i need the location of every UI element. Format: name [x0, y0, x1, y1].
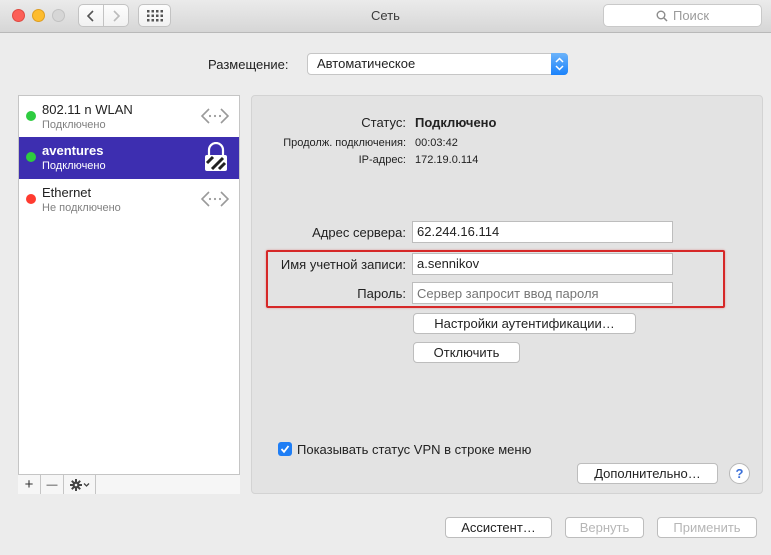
remove-service-button[interactable]: —	[41, 475, 64, 494]
service-item-aventures[interactable]: aventures Подключено	[19, 137, 239, 179]
help-button[interactable]: ?	[729, 463, 750, 484]
network-arrows-icon	[200, 191, 230, 207]
checkmark-icon	[280, 445, 290, 454]
status-dot	[26, 111, 36, 121]
service-item-wlan[interactable]: 802.11 n WLAN Подключено	[19, 96, 239, 138]
gear-icon	[69, 478, 89, 491]
server-address-label: Адрес сервера:	[312, 225, 406, 240]
updown-arrows-icon	[551, 53, 568, 75]
service-list-toolbar: + —	[18, 474, 240, 494]
show-vpn-status-checkbox[interactable]	[278, 442, 292, 456]
status-label: Статус:	[361, 115, 406, 130]
search-field[interactable]: Поиск	[603, 4, 762, 27]
action-menu-button[interactable]	[64, 475, 96, 494]
location-label: Размещение:	[208, 57, 289, 72]
service-name: aventures	[42, 143, 104, 158]
auth-settings-button[interactable]: Настройки аутентификации…	[413, 313, 636, 334]
assistant-button[interactable]: Ассистент…	[445, 517, 552, 538]
location-value: Автоматическое	[317, 56, 416, 71]
service-status: Подключено	[42, 119, 106, 131]
status-value: Подключено	[415, 115, 497, 130]
ip-address-value: 172.19.0.114	[415, 154, 479, 166]
apply-button[interactable]: Применить	[657, 517, 757, 538]
title-bar: Сеть Поиск	[0, 0, 771, 33]
search-icon	[656, 10, 668, 22]
disconnect-button[interactable]: Отключить	[413, 342, 520, 363]
network-arrows-icon	[200, 108, 230, 124]
duration-label: Продолж. подключения:	[283, 137, 406, 149]
service-name: Ethernet	[42, 185, 92, 200]
service-name: 802.11 n WLAN	[42, 102, 133, 117]
service-item-ethernet[interactable]: Ethernet Не подключено	[19, 179, 239, 221]
advanced-button[interactable]: Дополнительно…	[577, 463, 718, 484]
service-list: 802.11 n WLAN Подключено aventures Подкл…	[18, 95, 240, 494]
ip-address-label: IP-адрес:	[358, 154, 406, 166]
location-select[interactable]: Автоматическое	[307, 53, 568, 75]
show-vpn-status-label: Показывать статус VPN в строке меню	[297, 442, 532, 457]
duration-value: 00:03:42	[415, 137, 458, 149]
revert-button[interactable]: Вернуть	[565, 517, 644, 538]
search-placeholder: Поиск	[672, 8, 710, 23]
server-address-field[interactable]: 62.244.16.114	[412, 221, 673, 243]
service-status: Подключено	[42, 160, 106, 172]
status-dot	[26, 152, 36, 162]
add-service-button[interactable]: +	[18, 475, 41, 494]
status-dot	[26, 194, 36, 204]
vpn-lock-icon	[205, 142, 227, 171]
service-status: Не подключено	[42, 202, 121, 214]
highlight-box	[266, 250, 725, 308]
